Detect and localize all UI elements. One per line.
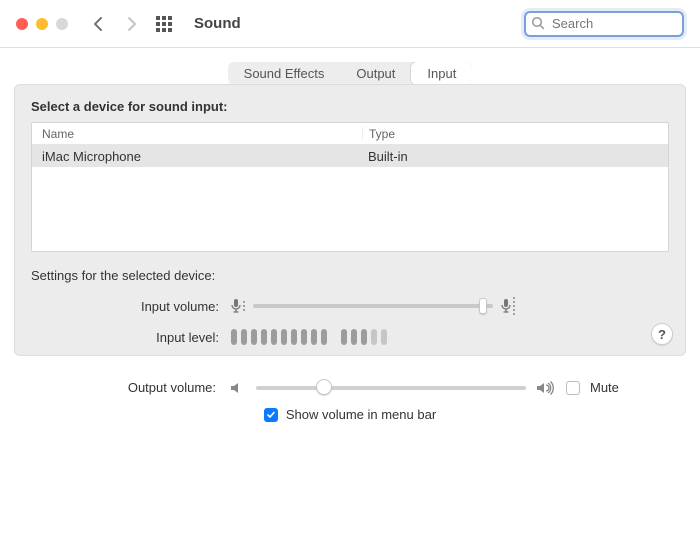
settings-for-device-label: Settings for the selected device: xyxy=(31,268,669,283)
help-button[interactable]: ? xyxy=(651,323,673,345)
input-panel: Select a device for sound input: Name Ty… xyxy=(14,84,686,356)
chevron-left-icon xyxy=(93,17,105,31)
microphone-high-icon xyxy=(501,297,515,315)
close-window-button[interactable] xyxy=(16,18,28,30)
all-settings-button[interactable] xyxy=(156,16,172,32)
device-table: Name Type iMac Microphone Built-in xyxy=(31,122,669,252)
device-name: iMac Microphone xyxy=(32,149,362,164)
microphone-low-icon xyxy=(231,298,245,314)
output-volume-row: Output volume: Mute xyxy=(20,380,680,395)
column-header-name[interactable]: Name xyxy=(32,127,362,141)
select-device-heading: Select a device for sound input: xyxy=(31,99,669,114)
search-field-wrap xyxy=(524,11,684,37)
show-in-menubar-label: Show volume in menu bar xyxy=(286,407,436,422)
chevron-right-icon xyxy=(125,17,137,31)
window-title: Sound xyxy=(194,15,241,32)
minimize-window-button[interactable] xyxy=(36,18,48,30)
show-in-menubar-checkbox[interactable] xyxy=(264,408,278,422)
device-type: Built-in xyxy=(362,149,668,164)
search-input[interactable] xyxy=(524,11,684,37)
input-volume-slider[interactable] xyxy=(253,304,493,308)
show-in-menubar-row: Show volume in menu bar xyxy=(20,407,680,422)
input-level-label: Input level: xyxy=(31,330,231,345)
mute-checkbox[interactable] xyxy=(566,381,580,395)
column-header-type[interactable]: Type xyxy=(362,127,668,141)
output-volume-label: Output volume: xyxy=(20,380,220,395)
table-header: Name Type xyxy=(32,123,668,145)
footer: Output volume: Mute Show volume in menu … xyxy=(0,366,700,430)
tab-bar: Sound Effects Output Input xyxy=(14,62,686,85)
input-volume-thumb[interactable] xyxy=(479,298,487,314)
output-volume-thumb[interactable] xyxy=(316,379,332,395)
tab-group: Sound Effects Output Input xyxy=(228,62,473,85)
speaker-low-icon xyxy=(230,381,246,395)
table-row[interactable]: iMac Microphone Built-in xyxy=(32,145,668,167)
forward-button[interactable] xyxy=(120,13,142,35)
zoom-window-button[interactable] xyxy=(56,18,68,30)
input-level-meter xyxy=(231,329,387,345)
tab-output[interactable]: Output xyxy=(340,62,411,85)
speaker-high-icon xyxy=(536,381,556,395)
input-volume-row: Input volume: xyxy=(31,297,669,315)
window-controls xyxy=(16,18,68,30)
input-volume-control xyxy=(231,297,515,315)
back-button[interactable] xyxy=(88,13,110,35)
tab-input[interactable]: Input xyxy=(411,62,472,85)
search-icon xyxy=(531,16,545,30)
output-volume-slider[interactable] xyxy=(256,386,526,390)
mute-label: Mute xyxy=(590,380,619,395)
titlebar: Sound xyxy=(0,0,700,48)
input-level-row: Input level: xyxy=(31,329,669,345)
tab-sound-effects[interactable]: Sound Effects xyxy=(228,62,341,85)
input-volume-label: Input volume: xyxy=(31,299,231,314)
content-area: Sound Effects Output Input Select a devi… xyxy=(0,48,700,366)
